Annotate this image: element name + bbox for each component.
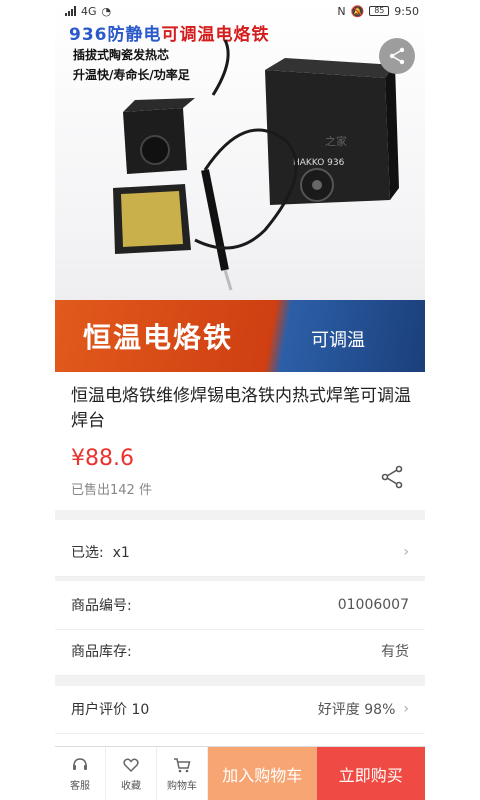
reviews-label: 用户评价 10 [71,701,150,718]
clock: 9:50 [394,4,419,18]
chevron-right-icon: › [403,543,409,560]
banner-sub-text: 可调温 [311,330,365,351]
selected-label: 已选: x1 [71,544,130,561]
chevron-right-icon: › [403,700,409,717]
battery-icon: 85 [369,6,390,16]
product-code-row: 商品编号: 01006007 [55,580,425,630]
favorite-button[interactable]: 收藏 [106,747,157,800]
customer-service-button[interactable]: 客服 [55,747,106,800]
share-float-button[interactable] [379,38,415,74]
share-icon [381,465,403,489]
product-title: 恒温电烙铁维修焊锡电洛铁内热式焊笔可调温焊台 [71,386,411,431]
left-margin [0,0,55,800]
nfc-icon: N [337,4,346,18]
device-label: HAKKO 936 [293,158,345,168]
stock-label: 商品库存: [71,643,132,660]
share-icon [389,47,405,65]
bottom-action-bar: 客服 收藏 购物车 加入购物车 立即购买 [55,746,425,800]
reviews-row[interactable]: 用户评价 10 好评度 98% › [55,684,425,734]
selected-spec-row[interactable]: 已选: x1 › [55,527,425,577]
cart-button[interactable]: 购物车 [157,747,208,800]
sold-count: 已售出142 件 [71,483,152,498]
code-label: 商品编号: [71,597,132,614]
stock-value: 有货 [381,643,409,660]
signal-icon [65,6,76,16]
cart-icon [174,757,191,772]
status-bar: 4G ◔ N 🔕 85 9:50 [55,0,425,22]
reviews-rating: 好评度 98% › [317,700,409,718]
add-to-cart-button[interactable]: 加入购物车 [208,747,317,800]
watermark: 之家 [325,134,347,148]
section-divider [55,510,425,520]
stock-row: 商品库存: 有货 [55,626,425,676]
product-page: 936防静电可调温电烙铁 插拔式陶瓷发热芯 升温快/寿命长/功率足 HAKKO … [55,0,425,800]
code-value: 01006007 [337,596,409,613]
mute-icon: 🔕 [350,4,365,18]
network-type: 4G [81,4,97,18]
headset-icon [73,757,87,770]
hero-banner: 恒温电烙铁 可调温 [55,300,425,372]
product-info: 恒温电烙铁维修焊锡电洛铁内热式焊笔可调温焊台 ¥88.6 已售出142 件 [55,372,425,510]
product-price: ¥88.6 [71,446,134,471]
share-button[interactable] [377,462,407,492]
buy-now-button[interactable]: 立即购买 [316,747,425,800]
soldering-station-illustration: HAKKO 936 之家 [113,39,399,291]
product-image[interactable]: 936防静电可调温电烙铁 插拔式陶瓷发热芯 升温快/寿命长/功率足 HAKKO … [55,0,425,372]
heart-icon [123,758,139,772]
banner-main-text: 恒温电烙铁 [83,321,234,354]
wifi-icon: ◔ [101,4,112,18]
